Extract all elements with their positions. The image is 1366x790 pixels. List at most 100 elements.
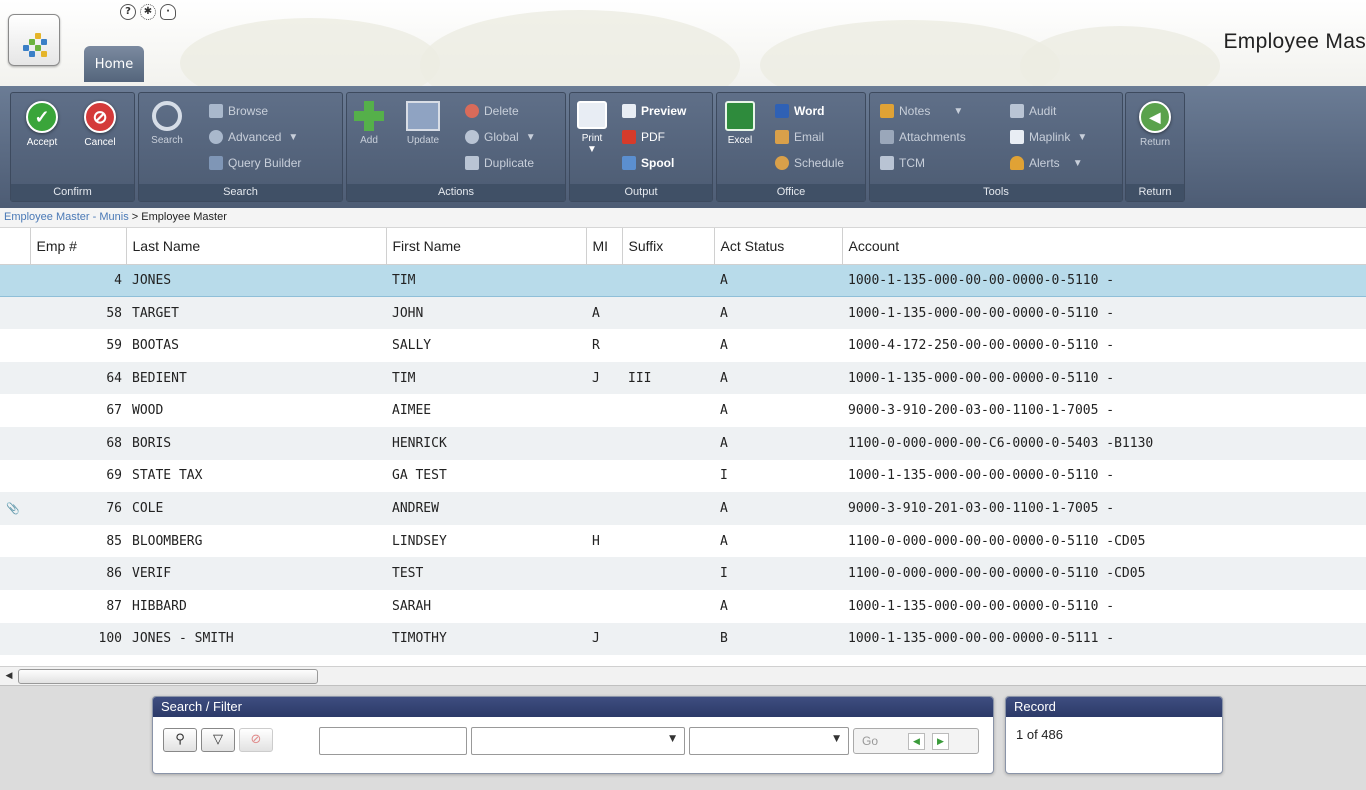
- lightbulb-icon[interactable]: ·: [160, 4, 176, 20]
- cell-emp: 86: [30, 557, 126, 590]
- funnel-icon: ▽: [213, 732, 223, 747]
- filter-button[interactable]: ▽: [201, 728, 235, 752]
- cell-status: A: [720, 598, 728, 614]
- column-header-act-status[interactable]: Act Status: [714, 228, 843, 265]
- paperclip-icon[interactable]: 📎: [6, 502, 20, 515]
- breadcrumb-separator: >: [131, 211, 139, 223]
- row-flag-cell: [0, 525, 30, 558]
- audit-button[interactable]: Audit: [1010, 101, 1056, 121]
- ribbon-group-output: Print ▼ Preview PDF Spool Output: [569, 92, 713, 202]
- accept-button[interactable]: ✓ Accept: [19, 101, 65, 148]
- table-row[interactable]: 86 VERIF TEST I 1100-0-000-000-00-00-0000-0-…: [0, 557, 1366, 590]
- table-row[interactable]: 87 HIBBARD SARAH A 1000-1-135-000-00-00-0000…: [0, 590, 1366, 623]
- pdf-button[interactable]: PDF: [622, 127, 665, 147]
- table-row[interactable]: 58 TARGET JOHN A A 1000-1-135-000-00-00-0000-…: [0, 296, 1366, 330]
- add-label: Add: [360, 135, 378, 146]
- column-header-mi[interactable]: MI: [586, 228, 623, 265]
- cancel-label: Cancel: [84, 137, 116, 148]
- settings-gear-icon[interactable]: ✱: [140, 4, 156, 20]
- filter-field-select[interactable]: ▼: [471, 727, 685, 755]
- return-button[interactable]: ◀ Return: [1134, 101, 1176, 148]
- filter-search-button[interactable]: ⚲: [163, 728, 197, 752]
- duplicate-button[interactable]: Duplicate: [465, 153, 534, 173]
- chevron-down-icon: ▼: [953, 105, 964, 117]
- query-builder-icon: [209, 156, 223, 170]
- next-arrow-icon[interactable]: ▶: [932, 733, 949, 750]
- table-row[interactable]: 68 BORIS HENRICK A 1100-0-000-000-00-C6-0000…: [0, 426, 1366, 460]
- cell-suffix: [622, 329, 714, 362]
- cell-status: A: [714, 361, 842, 395]
- filter-operator-select[interactable]: ▼: [689, 727, 849, 755]
- cell-emp: 64: [30, 361, 126, 395]
- spool-button[interactable]: Spool: [622, 153, 674, 173]
- table-row[interactable]: 69 STATE TAX GA TEST I 1000-1-135-000-00-00-…: [0, 460, 1366, 493]
- previous-arrow-icon[interactable]: ◀: [908, 733, 925, 750]
- query-builder-button[interactable]: Query Builder: [209, 153, 301, 173]
- excel-button[interactable]: Excel: [721, 101, 759, 146]
- app-header: ? ✱ · Home Employee Mas: [0, 0, 1366, 86]
- cell-mi: J: [586, 622, 622, 656]
- cell-emp: 69: [106, 468, 122, 484]
- tab-home[interactable]: Home: [84, 46, 144, 82]
- browse-button[interactable]: Browse: [209, 101, 268, 121]
- advanced-button[interactable]: Advanced ▼: [209, 127, 298, 147]
- column-header-last-name[interactable]: Last Name: [126, 228, 387, 265]
- table-row[interactable]: 64 BEDIENT TIM J III A 1000-1-135-000-00-00-00…: [0, 361, 1366, 395]
- delete-label: Delete: [484, 104, 519, 118]
- help-icon[interactable]: ?: [120, 4, 136, 20]
- cell-emp: 58: [30, 296, 126, 330]
- clear-filter-button[interactable]: ⊘: [239, 728, 273, 752]
- column-header-first-name[interactable]: First Name: [386, 228, 587, 265]
- schedule-icon: [775, 156, 789, 170]
- filter-text-input[interactable]: [319, 727, 467, 755]
- cell-suffix: [622, 460, 714, 493]
- table-row[interactable]: 59 BOOTAS SALLY R A 1000-4-172-250-00-00-0000…: [0, 329, 1366, 362]
- search-button[interactable]: Search: [147, 101, 187, 146]
- column-header-suffix[interactable]: Suffix: [622, 228, 715, 265]
- ribbon-group-return: ◀ Return Return: [1125, 92, 1185, 202]
- scroll-left-arrow-icon[interactable]: ◀: [2, 669, 16, 683]
- cell-last: STATE TAX: [132, 468, 203, 484]
- table-row[interactable]: 📎 76 COLE ANDREW A 9000-3-910-201-03-00-1100-…: [0, 492, 1366, 525]
- update-button[interactable]: Update: [397, 101, 449, 146]
- go-label: Go: [862, 734, 879, 748]
- tcm-icon: [880, 156, 894, 170]
- alerts-button[interactable]: Alerts ▼: [1010, 153, 1083, 173]
- notes-button[interactable]: Notes ▼: [880, 101, 963, 121]
- cell-status: A: [720, 403, 728, 419]
- table-row[interactable]: 85 BLOOMBERG LINDSEY H A 1100-0-000-000-00-00…: [0, 525, 1366, 558]
- attachments-button[interactable]: Attachments: [880, 127, 966, 147]
- cancel-button[interactable]: ⊘ Cancel: [75, 101, 125, 148]
- column-header-account[interactable]: Account: [842, 228, 1366, 265]
- group-label-confirm: Confirm: [11, 184, 134, 201]
- table-row[interactable]: 67 WOOD AIMEE A 9000-3-910-200-03-00-1100-1-…: [0, 394, 1366, 427]
- tcm-button[interactable]: TCM: [880, 153, 925, 173]
- alerts-label: Alerts: [1029, 156, 1060, 170]
- schedule-button[interactable]: Schedule: [775, 153, 844, 173]
- delete-button[interactable]: Delete: [465, 101, 519, 121]
- column-header-emp[interactable]: Emp #: [30, 228, 127, 265]
- table-row[interactable]: 100 JONES - SMITH TIMOTHY J B 1000-1-135-000-…: [0, 622, 1366, 656]
- breadcrumb-link[interactable]: Employee Master - Munis: [4, 211, 129, 223]
- email-button[interactable]: Email: [775, 127, 824, 147]
- app-logo-button[interactable]: [8, 14, 60, 66]
- global-button[interactable]: Global ▼: [465, 127, 536, 147]
- print-button[interactable]: Print ▼: [574, 101, 610, 155]
- column-header-flag[interactable]: [0, 228, 31, 265]
- add-button[interactable]: Add: [353, 101, 385, 146]
- maplink-button[interactable]: Maplink ▼: [1010, 127, 1087, 147]
- preview-button[interactable]: Preview: [622, 101, 686, 121]
- search-label: Search: [151, 135, 183, 146]
- horizontal-scrollbar[interactable]: ◀: [0, 666, 1366, 686]
- duplicate-label: Duplicate: [484, 156, 535, 170]
- table-row[interactable]: 4 JONES TIM A 1000-1-135-000-00-00-0000-0-51…: [0, 263, 1366, 298]
- word-button[interactable]: Word: [775, 101, 824, 121]
- cell-account: 1000-1-135-000-00-00-0000-0-5110 -: [848, 598, 1115, 614]
- cell-first: TIM: [386, 263, 586, 298]
- ribbon-group-search: Search Browse Advanced ▼ Query Builder Se…: [138, 92, 343, 202]
- go-button[interactable]: Go ◀ ▶: [853, 728, 979, 754]
- cell-first: AIMEE: [392, 403, 432, 419]
- global-icon: [465, 130, 479, 144]
- notes-label: Notes: [899, 104, 931, 118]
- scrollbar-thumb[interactable]: [18, 669, 318, 684]
